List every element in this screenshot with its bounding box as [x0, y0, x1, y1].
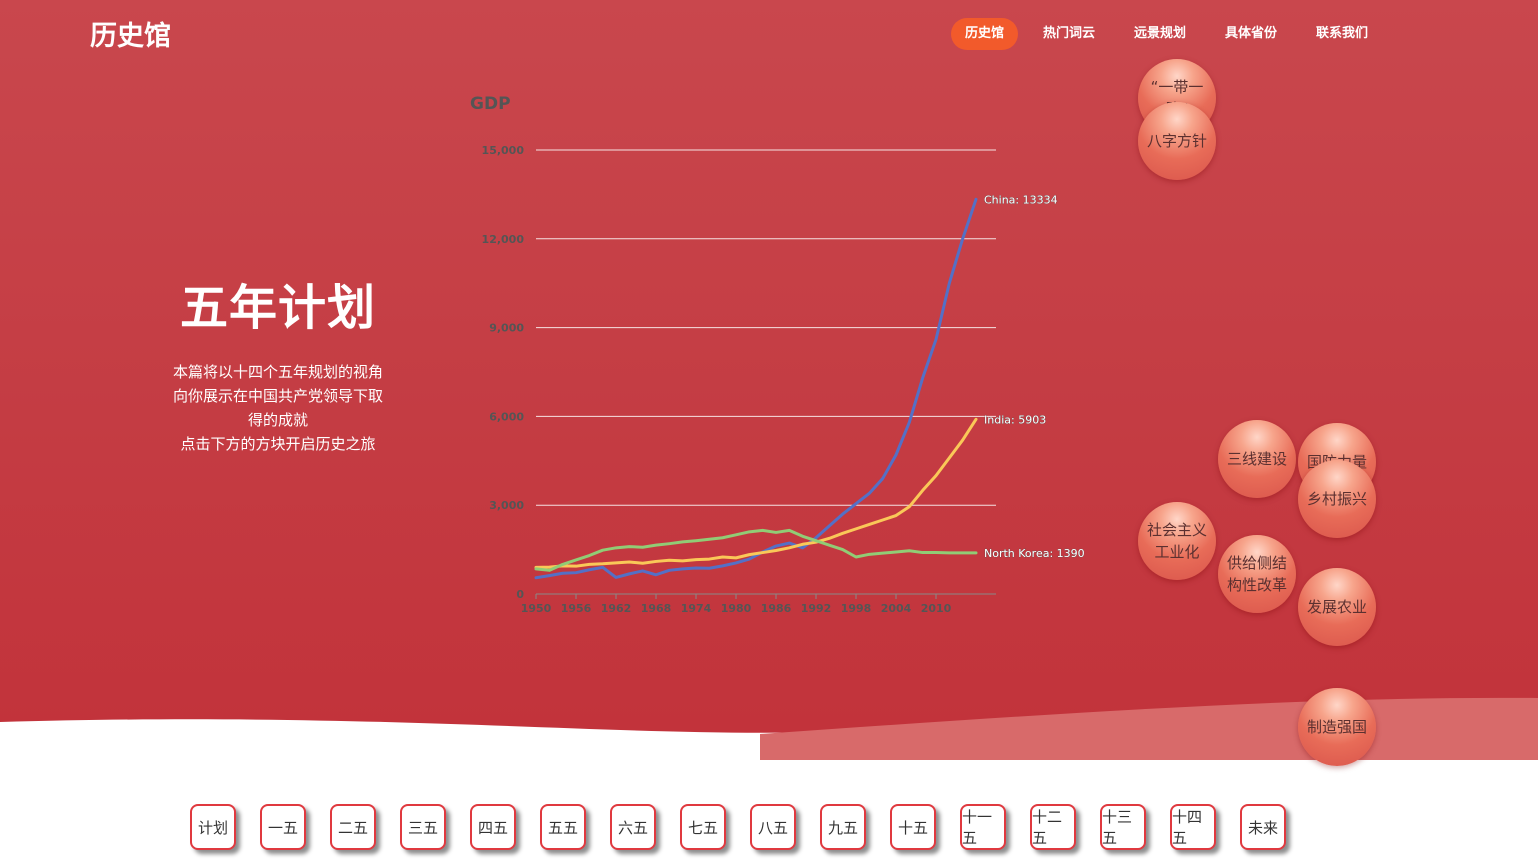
plan-block-13[interactable]: 十三五: [1100, 804, 1146, 850]
plan-block-14[interactable]: 十四五: [1170, 804, 1216, 850]
plan-block-12[interactable]: 十二五: [1030, 804, 1076, 850]
plan-block-future[interactable]: 未来: [1240, 804, 1286, 850]
site-logo[interactable]: 历史馆: [90, 14, 171, 53]
plan-block-11[interactable]: 十一五: [960, 804, 1006, 850]
bubble-eight-character-policy[interactable]: 八字方针: [1138, 102, 1216, 180]
bubble-manufacturing-power[interactable]: 制造强国: [1298, 688, 1376, 766]
bubble-socialist-industrialization[interactable]: 社会主义工业化: [1138, 502, 1216, 580]
bubble-supply-side-reform[interactable]: 供给侧结构性改革: [1218, 535, 1296, 613]
x-tick-label: 1998: [841, 602, 872, 615]
hero-desc-line: 本篇将以十四个五年规划的视角: [172, 363, 383, 381]
page-title: 五年计划: [179, 280, 376, 336]
plan-block-6[interactable]: 六五: [610, 804, 656, 850]
y-tick-label: 9,000: [489, 322, 524, 335]
x-tick-label: 1992: [801, 602, 832, 615]
plan-block-1[interactable]: 一五: [260, 804, 306, 850]
plan-block-9[interactable]: 九五: [820, 804, 866, 850]
bubble-rural-revitalization[interactable]: 乡村振兴: [1298, 460, 1376, 538]
bubble-third-front[interactable]: 三线建设: [1218, 420, 1296, 498]
nav-item-contact[interactable]: 联系我们: [1302, 18, 1382, 50]
hero-description: 本篇将以十四个五年规划的视角 向你展示在中国共产党领导下取 得的成就 点击下方的…: [160, 360, 396, 456]
y-tick-label: 15,000: [482, 144, 525, 157]
hero-desc-line: 得的成就: [247, 411, 308, 429]
plan-block-3[interactable]: 三五: [400, 804, 446, 850]
y-tick-label: 0: [516, 588, 524, 601]
y-tick-label: 3,000: [489, 499, 524, 512]
x-tick-label: 1950: [521, 602, 552, 615]
series-line-india: [534, 417, 978, 569]
series-line-china: [534, 197, 978, 580]
x-tick-label: 1980: [721, 602, 752, 615]
bubble-develop-agriculture[interactable]: 发展农业: [1298, 568, 1376, 646]
series-end-label-india: India: 5903: [984, 413, 1046, 426]
plan-block-5[interactable]: 五五: [540, 804, 586, 850]
nav-item-provinces[interactable]: 具体省份: [1211, 18, 1291, 50]
hero-desc-line: 点击下方的方块开启历史之旅: [180, 435, 376, 453]
x-tick-label: 2010: [921, 602, 952, 615]
x-tick-label: 1968: [641, 602, 672, 615]
plan-block-10[interactable]: 十五: [890, 804, 936, 850]
x-tick-label: 1986: [761, 602, 792, 615]
y-tick-label: 6,000: [489, 410, 524, 423]
nav-item-history[interactable]: 历史馆: [951, 18, 1019, 50]
plan-block-2[interactable]: 二五: [330, 804, 376, 850]
x-tick-label: 1962: [601, 602, 632, 615]
x-tick-label: 1974: [681, 602, 712, 615]
plan-block-7[interactable]: 七五: [680, 804, 726, 850]
x-tick-label: 2004: [881, 602, 912, 615]
plan-block-8[interactable]: 八五: [750, 804, 796, 850]
gdp-line-chart: GDP 0 3,000 6,000 9,000 12,000 15,000 1950 1956 1…: [470, 94, 1085, 615]
plan-block-4[interactable]: 四五: [470, 804, 516, 850]
series-end-label-north-korea: North Korea: 1390: [984, 547, 1085, 560]
hero-desc-line: 向你展示在中国共产党领导下取: [172, 387, 383, 405]
plan-block-intro[interactable]: 计划: [190, 804, 236, 850]
nav-item-vision[interactable]: 远景规划: [1120, 18, 1200, 50]
y-tick-label: 12,000: [482, 233, 525, 246]
y-axis-title: GDP: [470, 94, 511, 114]
x-tick-label: 1956: [561, 602, 592, 615]
nav-item-wordcloud[interactable]: 热门词云: [1029, 18, 1109, 50]
series-end-label-china: China: 13334: [984, 193, 1058, 206]
